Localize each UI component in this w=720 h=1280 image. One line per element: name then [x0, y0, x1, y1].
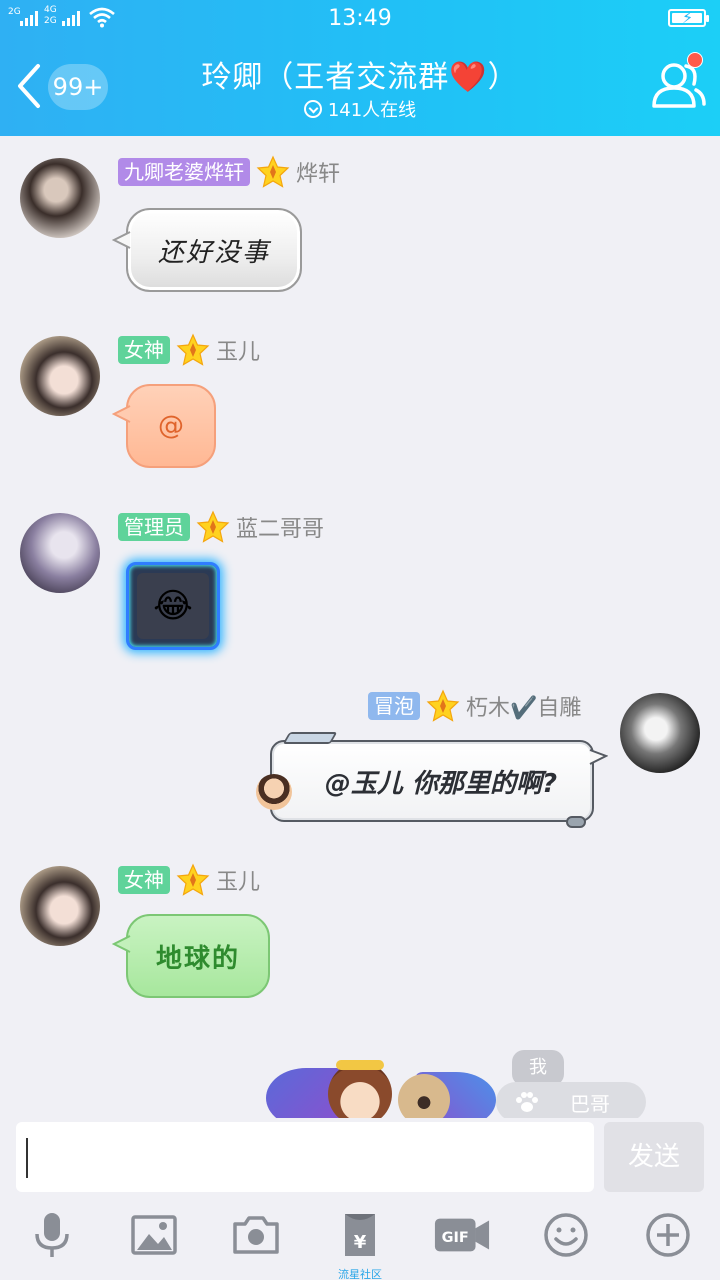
battery-icon: ⚡ — [668, 9, 709, 27]
bubble-tail — [112, 405, 131, 423]
microphone-icon — [35, 1213, 69, 1257]
input-bar: 发送 — [0, 1118, 720, 1200]
message-bubble[interactable]: 地球的 — [112, 914, 270, 998]
clock: 13:49 — [328, 6, 392, 31]
notification-dot — [687, 52, 703, 68]
avatar[interactable] — [20, 513, 100, 593]
member-title-tag: 冒泡 — [368, 692, 420, 720]
bubble-tail — [589, 749, 608, 765]
message-bubble[interactable]: @玉儿 你那里的啊? — [256, 732, 608, 828]
sender-nickname[interactable]: 朽木✔️自雕 — [466, 690, 581, 722]
star-level-icon — [196, 510, 230, 543]
avatar[interactable] — [620, 693, 700, 773]
sender-meta: 九卿老婆烨轩 烨轩 — [118, 155, 340, 188]
red-packet-button[interactable]: ¥ — [328, 1210, 392, 1274]
chevron-down-circle-icon — [303, 100, 322, 118]
more-button[interactable] — [636, 1210, 700, 1274]
bubble-character-decoration — [256, 774, 292, 810]
message-bubble[interactable]: @ — [112, 384, 216, 468]
camera-button[interactable] — [224, 1210, 288, 1274]
online-count: 141人在线 — [327, 100, 417, 121]
sender-nickname[interactable]: 蓝二哥哥 — [236, 511, 324, 543]
sender-nickname[interactable]: 玉儿 — [216, 864, 260, 896]
chat-header: 2G 4G 2G 13:49 ⚡ 99+ 玲卿（王者交流群❤️） 141人在线 — [0, 0, 720, 136]
gif-label: GIF — [442, 1230, 469, 1246]
message-text: 还好没事 — [157, 237, 270, 268]
voice-button[interactable] — [20, 1210, 84, 1274]
message-text: @ — [158, 411, 184, 441]
star-level-icon — [176, 333, 210, 366]
sender-meta: 管理员 蓝二哥哥 — [118, 510, 324, 543]
message-bubble[interactable]: 还好没事 — [112, 208, 302, 292]
member-title-tag: 女神 — [118, 336, 170, 364]
avatar[interactable] — [20, 336, 100, 416]
message-bubble[interactable]: 😂 — [126, 562, 220, 650]
pug-icon — [398, 1074, 450, 1122]
sender-nickname[interactable]: 玉儿 — [216, 334, 260, 366]
sender-meta: 冒泡 朽木✔️自雕 — [368, 689, 581, 722]
avatar[interactable] — [20, 158, 100, 238]
me-label: 我 — [512, 1050, 564, 1086]
paw-icon — [516, 1092, 538, 1112]
group-title[interactable]: 玲卿（王者交流群❤️） — [0, 52, 720, 96]
status-bar: 2G 4G 2G 13:49 ⚡ — [0, 0, 720, 38]
camera-icon — [233, 1216, 279, 1254]
svg-text:¥: ¥ — [354, 1232, 367, 1253]
sender-meta: 女神 玉儿 — [118, 863, 260, 896]
send-button[interactable]: 发送 — [604, 1122, 704, 1192]
sender-nickname[interactable]: 烨轩 — [296, 156, 340, 188]
member-title-tag: 管理员 — [118, 513, 190, 541]
message-input[interactable] — [16, 1122, 594, 1192]
pet-name: 巴哥 — [570, 1091, 610, 1116]
pet-name-pill[interactable]: 巴哥 — [496, 1082, 646, 1122]
image-button[interactable] — [122, 1210, 186, 1274]
sender-meta: 女神 玉儿 — [118, 333, 260, 366]
message-text: 地球的 — [155, 943, 240, 974]
character-crown — [336, 1060, 384, 1070]
red-packet-label: 流星社区 — [338, 1268, 382, 1280]
bubble-tail — [112, 231, 131, 249]
text-caret — [26, 1138, 28, 1178]
gif-camera-icon: GIF — [434, 1218, 490, 1252]
group-pet-avatar[interactable] — [266, 1060, 496, 1122]
smiley-icon — [544, 1213, 588, 1257]
online-status[interactable]: 141人在线 — [0, 96, 720, 122]
character-head — [328, 1062, 392, 1122]
emoji-button[interactable] — [534, 1210, 598, 1274]
member-title-tag: 九卿老婆烨轩 — [118, 158, 250, 186]
member-title-tag: 女神 — [118, 866, 170, 894]
plus-circle-icon — [646, 1213, 690, 1257]
star-level-icon — [176, 863, 210, 896]
laughing-tears-emoji: 😂 — [153, 586, 193, 626]
star-level-icon — [256, 155, 290, 188]
message-text: @玉儿 你那里的啊? — [324, 768, 558, 799]
image-icon — [131, 1215, 177, 1255]
bubble-tail — [112, 935, 131, 953]
diamond-level-icon — [426, 689, 460, 722]
red-packet-icon: ¥ — [345, 1214, 375, 1256]
gif-button[interactable]: GIF — [430, 1210, 494, 1274]
avatar[interactable] — [20, 866, 100, 946]
